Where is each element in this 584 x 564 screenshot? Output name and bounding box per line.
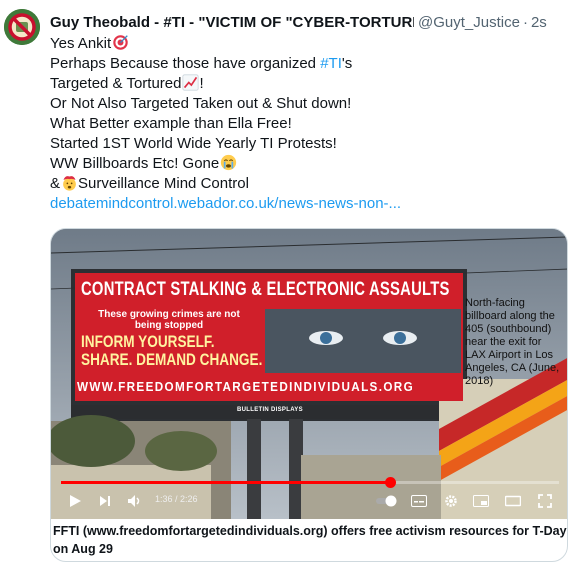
- volume-icon: [128, 495, 140, 507]
- video-caption: North-facing billboard along the 405 (so…: [465, 297, 560, 387]
- tweet-line-text: WW Billboards Etc! Gone: [50, 155, 220, 172]
- tweet-line-text: 's: [341, 55, 353, 72]
- fullscreen-button[interactable]: [535, 491, 555, 511]
- progress-scrubber[interactable]: [384, 477, 396, 488]
- tweet-line-6: Started 1ST World Wide Yearly TI Protest…: [50, 135, 337, 152]
- billboard-eye: [309, 331, 343, 345]
- tweet-line-text: &: [50, 175, 61, 192]
- tweet-line-text: !: [199, 75, 204, 92]
- hashtag-link[interactable]: #TI: [320, 55, 342, 72]
- user-handle[interactable]: @Guyt_Justice: [418, 13, 520, 33]
- billboard-cta-line-1: INFORM YOURSELF.: [81, 332, 215, 351]
- chart-increasing-icon: [182, 74, 200, 91]
- theater-button[interactable]: [503, 491, 523, 511]
- exploding-head-icon: [63, 176, 76, 191]
- settings-button[interactable]: [441, 491, 461, 511]
- tweet-line-8: & Surveillance Mind Control: [50, 174, 575, 194]
- theater-icon: [505, 495, 521, 507]
- tweet-link-line: debatemindcontrol.webador.co.uk/news-new…: [50, 194, 575, 214]
- next-button[interactable]: [95, 491, 115, 511]
- avatar[interactable]: [4, 9, 40, 45]
- tweet-line-text: Perhaps Because those have organized: [50, 55, 321, 72]
- bullseye-icon: [113, 35, 128, 50]
- crying-face-icon: [221, 154, 237, 171]
- separator-dot: ·: [522, 14, 528, 31]
- external-link[interactable]: debatemindcontrol.webador.co.uk/news-new…: [50, 195, 401, 212]
- progress-bar[interactable]: [61, 477, 559, 488]
- card-title[interactable]: FFTI (www.freedomfortargetedindividuals.…: [51, 522, 567, 558]
- billboard-url: WWW.FREEDOMFORTARGETEDINDIVIDUALS.ORG: [77, 379, 415, 394]
- tweet-line-4: Or Not Also Targeted Taken out & Shut do…: [50, 95, 352, 112]
- video-player[interactable]: CONTRACT STALKING & ELECTRONIC ASSAULTS …: [51, 229, 567, 519]
- billboard-face-image: [265, 309, 461, 373]
- subtitles-icon: [411, 495, 427, 507]
- progress-fill: [61, 481, 390, 484]
- tweet-line-text: Surveillance Mind Control: [78, 175, 249, 192]
- billboard-cta: INFORM YOURSELF. SHARE. DEMAND CHANGE.: [81, 333, 262, 369]
- miniplayer-icon: [473, 495, 489, 507]
- no-symbol-avatar-icon: [4, 9, 40, 45]
- volume-button[interactable]: [125, 491, 145, 511]
- next-icon: [100, 496, 110, 506]
- display-name[interactable]: Guy Theobald - #TI - "VICTIM OF "CYBER-T…: [50, 13, 414, 33]
- billboard-vendor-label: BULLETIN DISPLAYS: [237, 407, 303, 413]
- tweet-line-5: What Better example than Ella Free!: [50, 115, 292, 132]
- fullscreen-icon: [538, 494, 552, 508]
- billboard-title: CONTRACT STALKING & ELECTRONIC ASSAULTS: [81, 279, 450, 300]
- tweet-text: Yes Ankit Perhaps Because those have org…: [50, 34, 575, 214]
- tweet-line-3: Targeted & Tortured!: [50, 74, 575, 94]
- play-icon: [70, 495, 81, 507]
- billboard-eye: [383, 331, 417, 345]
- tweet-line-2: Perhaps Because those have organized #TI…: [50, 54, 575, 74]
- play-button[interactable]: [65, 491, 85, 511]
- tweet-line-1: Yes Ankit: [50, 34, 575, 54]
- subtitles-button[interactable]: [409, 491, 429, 511]
- tweet-header: Guy Theobald - #TI - "VICTIM OF "CYBER-T…: [50, 13, 580, 33]
- player-controls: 1:36 / 2:26: [51, 477, 567, 519]
- time-readout: 1:36 / 2:26: [155, 494, 198, 504]
- autoplay-toggle[interactable]: [375, 491, 399, 511]
- billboard-subtitle: These growing crimes are not being stopp…: [98, 309, 240, 331]
- tweet-line-text: Yes Ankit: [50, 35, 112, 52]
- tweet-line-text: Targeted & Tortured: [50, 75, 182, 92]
- gear-icon: [445, 495, 457, 507]
- autoplay-toggle-icon: [376, 495, 397, 507]
- link-card[interactable]: CONTRACT STALKING & ELECTRONIC ASSAULTS …: [50, 228, 568, 562]
- billboard-cta-line-2: SHARE. DEMAND CHANGE.: [81, 350, 263, 369]
- miniplayer-button[interactable]: [471, 491, 491, 511]
- tweet-line-7: WW Billboards Etc! Gone: [50, 154, 575, 174]
- timestamp[interactable]: 2s: [531, 13, 547, 33]
